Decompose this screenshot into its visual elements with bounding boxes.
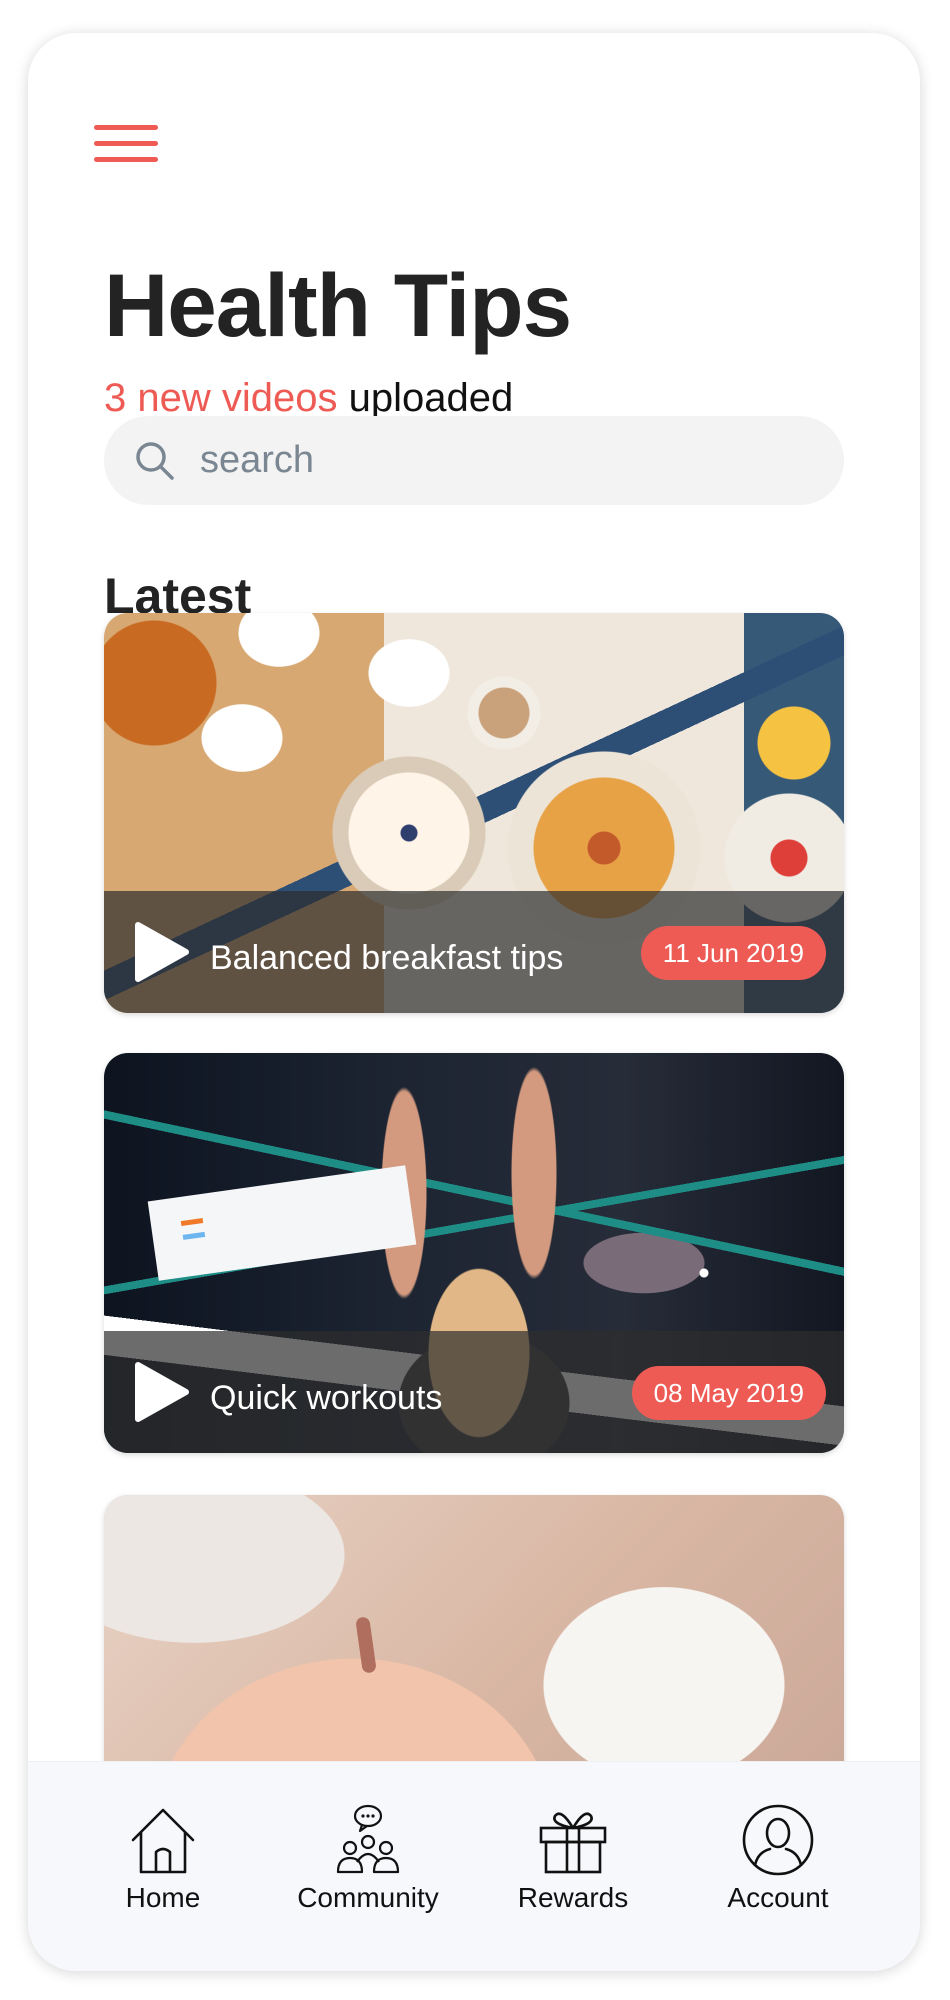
play-icon[interactable] [134, 1361, 190, 1423]
nav-home[interactable]: Home [73, 1802, 253, 1922]
nav-home-label: Home [125, 1882, 201, 1913]
new-videos-count: 3 new videos [104, 376, 338, 420]
video-card[interactable]: Balanced breakfast tips 11 Jun 2019 [104, 613, 844, 1013]
play-icon[interactable] [134, 921, 190, 983]
hamburger-menu-icon[interactable] [94, 121, 158, 167]
nav-community-label: Community [297, 1882, 439, 1913]
phone-frame: Health Tips 3 new videos uploaded Latest… [28, 33, 920, 1971]
gift-icon [539, 1812, 607, 1874]
thumbnail-detail [355, 1616, 377, 1674]
video-title: Balanced breakfast tips [210, 939, 564, 977]
nav-rewards-label: Rewards [517, 1882, 629, 1913]
search-icon [136, 442, 174, 480]
community-icon [336, 1804, 400, 1874]
background-screen [147, 1165, 417, 1281]
video-date-badge: 11 Jun 2019 [640, 926, 826, 980]
video-caption-bar: Balanced breakfast tips 11 Jun 2019 [104, 891, 844, 1013]
subtitle-rest: uploaded [348, 376, 514, 420]
page-title: Health Tips [104, 255, 572, 355]
account-icon [742, 1804, 814, 1876]
nav-community[interactable]: Community [278, 1802, 458, 1922]
video-caption-bar: Quick workouts 08 May 2019 [104, 1331, 844, 1453]
video-date-badge: 08 May 2019 [631, 1366, 826, 1420]
home-icon [131, 1808, 195, 1874]
nav-account-label: Account [727, 1882, 829, 1913]
search-input[interactable] [200, 433, 800, 488]
bottom-navigation: Home Community Rewards Account [28, 1761, 920, 1971]
search-bar[interactable] [104, 416, 844, 505]
video-title: Quick workouts [210, 1379, 443, 1417]
video-card[interactable]: Quick workouts 08 May 2019 [104, 1053, 844, 1453]
nav-account[interactable]: Account [688, 1802, 868, 1922]
nav-rewards[interactable]: Rewards [483, 1802, 663, 1922]
subtitle: 3 new videos uploaded [104, 378, 513, 418]
